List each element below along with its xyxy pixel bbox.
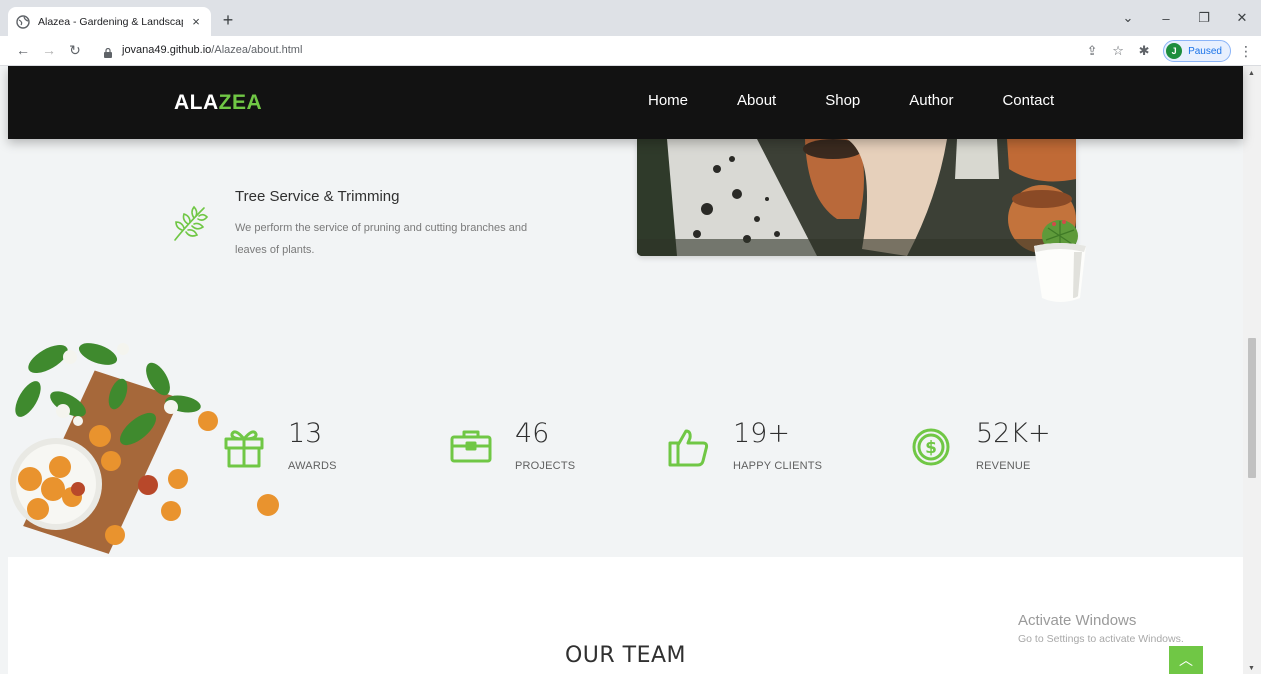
stat-label: HAPPY CLIENTS bbox=[733, 460, 823, 472]
url-path: /Alazea/about.html bbox=[211, 44, 303, 56]
menu-icon[interactable]: ⋮ bbox=[1237, 43, 1255, 60]
briefcase-icon bbox=[450, 426, 492, 468]
page-scrollbar[interactable]: ▲ ▼ bbox=[1243, 66, 1261, 674]
cactus-decoration-image bbox=[1026, 216, 1092, 306]
logo-part-1: ALA bbox=[174, 91, 219, 114]
scroll-down-icon[interactable]: ▼ bbox=[1248, 665, 1255, 672]
gardening-photo bbox=[637, 139, 1076, 256]
stat-label: PROJECTS bbox=[515, 460, 576, 472]
address-bar[interactable]: jovana49.github.io/Alazea/about.html bbox=[96, 39, 1136, 63]
new-tab-button[interactable]: + bbox=[220, 10, 236, 31]
thumbs-up-icon bbox=[668, 426, 710, 468]
reload-icon[interactable]: ↻ bbox=[66, 42, 84, 59]
window-controls: ⌄ – ❐ ✕ bbox=[1109, 0, 1261, 36]
scroll-thumb[interactable] bbox=[1248, 338, 1256, 478]
url-text: jovana49.github.io/Alazea/about.html bbox=[122, 44, 302, 56]
nav-contact[interactable]: Contact bbox=[1002, 92, 1054, 109]
toolbar-actions: ⇪ ☆ ✱ J Paused ⋮ bbox=[1081, 36, 1261, 66]
svg-text:$: $ bbox=[925, 438, 937, 458]
site-logo[interactable]: ALAZEA bbox=[174, 91, 262, 115]
browser-tab[interactable]: Alazea - Gardening & Landscaping × bbox=[8, 7, 211, 36]
stat-number: 46 bbox=[515, 418, 550, 449]
nav-about[interactable]: About bbox=[737, 92, 776, 109]
logo-part-2: ZEA bbox=[218, 91, 263, 114]
browser-toolbar: ← → ↻ jovana49.github.io/Alazea/about.ht… bbox=[0, 36, 1261, 66]
tab-title: Alazea - Gardening & Landscaping bbox=[38, 15, 183, 28]
share-icon[interactable]: ⇪ bbox=[1081, 43, 1103, 59]
profile-status: Paused bbox=[1188, 45, 1222, 57]
maximize-icon[interactable]: ❐ bbox=[1185, 0, 1223, 36]
profile-button[interactable]: J Paused bbox=[1163, 40, 1231, 62]
page-viewport: ALAZEA Home About Shop Author Contact Tr… bbox=[0, 66, 1261, 674]
nav-shop[interactable]: Shop bbox=[825, 92, 860, 109]
activate-windows-notice: Activate Windows Go to Settings to activ… bbox=[1018, 612, 1184, 645]
nav-home[interactable]: Home bbox=[648, 92, 688, 109]
gift-icon bbox=[223, 426, 265, 468]
minimize-icon[interactable]: – bbox=[1147, 0, 1185, 36]
stat-number: 52K+ bbox=[976, 418, 1051, 449]
stats-section bbox=[8, 339, 1243, 557]
stat-number: 19+ bbox=[733, 418, 790, 449]
chevron-up-icon: ︿ bbox=[1179, 652, 1193, 668]
stat-label: REVENUE bbox=[976, 460, 1031, 472]
stat-number: 13 bbox=[288, 418, 323, 449]
scroll-up-icon[interactable]: ▲ bbox=[1248, 70, 1255, 77]
dollar-icon: $ bbox=[911, 426, 953, 468]
globe-icon bbox=[16, 14, 30, 29]
activate-subtitle: Go to Settings to activate Windows. bbox=[1018, 633, 1184, 645]
lock-icon bbox=[104, 45, 112, 58]
extensions-icon[interactable]: ✱ bbox=[1133, 43, 1155, 59]
stat-label: AWARDS bbox=[288, 460, 337, 472]
back-to-top-button[interactable]: ︿ bbox=[1169, 646, 1203, 674]
team-heading: OUR TEAM bbox=[564, 643, 687, 668]
avatar: J bbox=[1166, 43, 1183, 59]
back-icon[interactable]: ← bbox=[14, 42, 32, 58]
site-header: ALAZEA Home About Shop Author Contact bbox=[8, 66, 1243, 139]
nav-author[interactable]: Author bbox=[909, 92, 953, 109]
browser-tab-strip: Alazea - Gardening & Landscaping × + ⌄ –… bbox=[0, 0, 1261, 36]
url-host: jovana49.github.io bbox=[122, 44, 212, 56]
service-description: We perform the service of pruning and cu… bbox=[235, 222, 528, 256]
leaf-icon bbox=[170, 202, 210, 244]
tab-close-button[interactable]: × bbox=[189, 14, 203, 29]
forward-icon[interactable]: → bbox=[40, 42, 58, 58]
close-window-icon[interactable]: ✕ bbox=[1223, 0, 1261, 36]
bookmark-star-icon[interactable]: ☆ bbox=[1107, 43, 1129, 59]
service-title: Tree Service & Trimming bbox=[235, 188, 400, 205]
tab-search-icon[interactable]: ⌄ bbox=[1109, 0, 1147, 36]
activate-title: Activate Windows bbox=[1018, 612, 1137, 629]
main-nav: Home About Shop Author Contact bbox=[648, 92, 1103, 109]
